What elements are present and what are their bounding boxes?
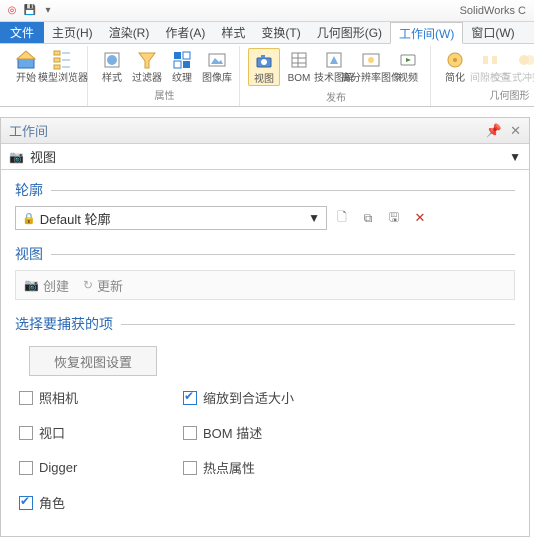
outline-selected-text: Default 轮廓	[40, 209, 308, 228]
menu-transform[interactable]: 变换(T)	[253, 22, 308, 43]
lock-icon: 🔒	[22, 212, 36, 225]
home-icon	[14, 48, 38, 72]
color-checkbox[interactable]	[19, 496, 33, 510]
bom-icon	[287, 48, 311, 72]
gap-icon	[478, 48, 502, 72]
menu-window[interactable]: 窗口(W)	[463, 22, 522, 43]
menu-render[interactable]: 渲染(R)	[101, 22, 158, 43]
save-small-icon[interactable]: 🖫	[383, 207, 405, 229]
ribbon-btn-simplify[interactable]: 简化	[439, 48, 471, 84]
ribbon-group-title: 属性	[155, 87, 175, 102]
check-camera[interactable]: 照相机	[19, 388, 169, 407]
view-update-label: 更新	[97, 276, 123, 295]
chevron-down-icon: ▼	[308, 211, 320, 225]
ribbon-btn-hires[interactable]: 高分辨率图像	[353, 48, 389, 86]
texture-icon	[170, 48, 194, 72]
app-icon[interactable]: ◎	[4, 3, 20, 19]
close-icon[interactable]: ✕	[510, 123, 521, 139]
gallery-icon	[205, 48, 229, 72]
panel-body: 轮廓 🔒 Default 轮廓 ▼ 🗋 ⧉ 🖫 ✕ 视图	[1, 170, 529, 536]
quick-access-toolbar: ◎ 💾 ▾	[4, 3, 56, 19]
digger-checkbox[interactable]	[19, 461, 33, 475]
ribbon-btn-gallery[interactable]: 图像库	[201, 48, 233, 84]
filter-icon	[135, 48, 159, 72]
ribbon-btn-model-browser[interactable]: 模型浏览器	[45, 48, 81, 84]
delete-icon[interactable]: ✕	[409, 207, 431, 229]
section-outline: 轮廓 🔒 Default 轮廓 ▼ 🗋 ⧉ 🖫 ✕	[15, 180, 515, 230]
camera-small-icon: 📷	[24, 278, 39, 292]
ribbon-group-publish: 视图 BOM 技术图解 高分辨率图像 视频 发布	[242, 46, 431, 106]
ribbon-btn-video[interactable]: 视频	[392, 48, 424, 86]
divider	[121, 324, 515, 325]
outline-select[interactable]: 🔒 Default 轮廓 ▼	[15, 206, 327, 230]
menu-bar: 文件 主页(H) 渲染(R) 作者(A) 样式 变换(T) 几何图形(G) 工作…	[0, 22, 534, 44]
panel-title: 工作间	[9, 121, 48, 140]
simplify-icon	[443, 48, 467, 72]
hires-icon	[359, 48, 383, 72]
check-color[interactable]: 角色	[19, 493, 169, 512]
check-zoom-fit[interactable]: 缩放到合适大小	[183, 388, 515, 407]
ribbon-group-title: 发布	[326, 89, 346, 104]
section-view: 视图 📷 创建 ↻ 更新	[15, 244, 515, 300]
section-capture-title: 选择要捕获的项	[15, 314, 113, 334]
collision-icon	[515, 48, 534, 72]
viewport-checkbox[interactable]	[19, 426, 33, 440]
ribbon-btn-collision[interactable]: 交互式冲突检测	[509, 48, 534, 84]
app-name: SolidWorks C	[460, 5, 530, 17]
check-digger[interactable]: Digger	[19, 458, 169, 477]
view-update-button[interactable]: ↻ 更新	[83, 276, 123, 295]
restore-view-button[interactable]: 恢复视图设置	[29, 346, 157, 376]
capture-checkbox-grid: 照相机 缩放到合适大小 视口 BOM 描述 Digger 热点属性 角色	[15, 388, 515, 512]
workshop-panel: 工作间 📌 ✕ 📷 视图 ▼ 轮廓 🔒 Default 轮廓 ▼ 🗋 ⧉	[0, 117, 530, 537]
menu-author[interactable]: 作者(A)	[157, 22, 213, 43]
ribbon: 开始 模型浏览器 样式 过滤器 纹理 图	[0, 44, 534, 107]
hotspot-checkbox[interactable]	[183, 461, 197, 475]
bom-desc-checkbox[interactable]	[183, 426, 197, 440]
view-create-button[interactable]: 📷 创建	[24, 276, 69, 295]
tech-icon	[322, 48, 346, 72]
ribbon-group-geometry: 简化 间隙检查 交互式冲突检测 路径规划 几何图形	[433, 46, 534, 106]
panel-mode-text: 视图	[30, 147, 509, 166]
chevron-down-icon: ▼	[509, 150, 521, 164]
camera-checkbox[interactable]	[19, 391, 33, 405]
qat-save-icon[interactable]: 💾	[22, 3, 38, 19]
ribbon-group-properties: 样式 过滤器 纹理 图像库 属性	[90, 46, 240, 106]
ribbon-btn-bom[interactable]: BOM	[283, 48, 315, 86]
menu-geometry[interactable]: 几何图形(G)	[309, 22, 390, 43]
new-page-icon[interactable]: 🗋	[331, 207, 353, 229]
camera-icon	[252, 49, 276, 73]
menu-workshop[interactable]: 工作间(W)	[390, 22, 463, 44]
panel-mode-dropdown[interactable]: 📷 视图 ▼	[1, 144, 529, 170]
title-bar: ◎ 💾 ▾ SolidWorks C	[0, 0, 534, 22]
ribbon-btn-view[interactable]: 视图	[248, 48, 280, 86]
video-icon	[396, 48, 420, 72]
style-icon	[100, 48, 124, 72]
section-outline-title: 轮廓	[15, 180, 43, 200]
divider	[51, 254, 515, 255]
ribbon-group-start: 开始 模型浏览器	[4, 46, 88, 106]
section-capture: 选择要捕获的项 恢复视图设置 照相机 缩放到合适大小 视口 BOM 描述 Dig…	[15, 314, 515, 512]
divider	[51, 190, 515, 191]
copy-icon[interactable]: ⧉	[357, 207, 379, 229]
view-create-label: 创建	[43, 276, 69, 295]
ribbon-btn-style[interactable]: 样式	[96, 48, 128, 84]
ribbon-btn-texture[interactable]: 纹理	[166, 48, 198, 84]
zoom-fit-checkbox[interactable]	[183, 391, 197, 405]
check-bom-desc[interactable]: BOM 描述	[183, 423, 515, 442]
check-hotspot[interactable]: 热点属性	[183, 458, 515, 477]
refresh-icon: ↻	[83, 278, 93, 292]
ribbon-group-title: 几何图形	[490, 87, 530, 102]
menu-home[interactable]: 主页(H)	[44, 22, 101, 43]
menu-style[interactable]: 样式	[213, 22, 253, 43]
view-commands: 📷 创建 ↻ 更新	[15, 270, 515, 300]
tree-icon	[51, 48, 75, 72]
section-view-title: 视图	[15, 244, 43, 264]
ribbon-btn-filter[interactable]: 过滤器	[131, 48, 163, 84]
qat-more-icon[interactable]: ▾	[40, 3, 56, 19]
camera-icon: 📷	[9, 150, 24, 164]
check-viewport[interactable]: 视口	[19, 423, 169, 442]
menu-file[interactable]: 文件	[0, 22, 44, 43]
pin-icon[interactable]: 📌	[486, 123, 502, 139]
panel-header: 工作间 📌 ✕	[1, 118, 529, 144]
